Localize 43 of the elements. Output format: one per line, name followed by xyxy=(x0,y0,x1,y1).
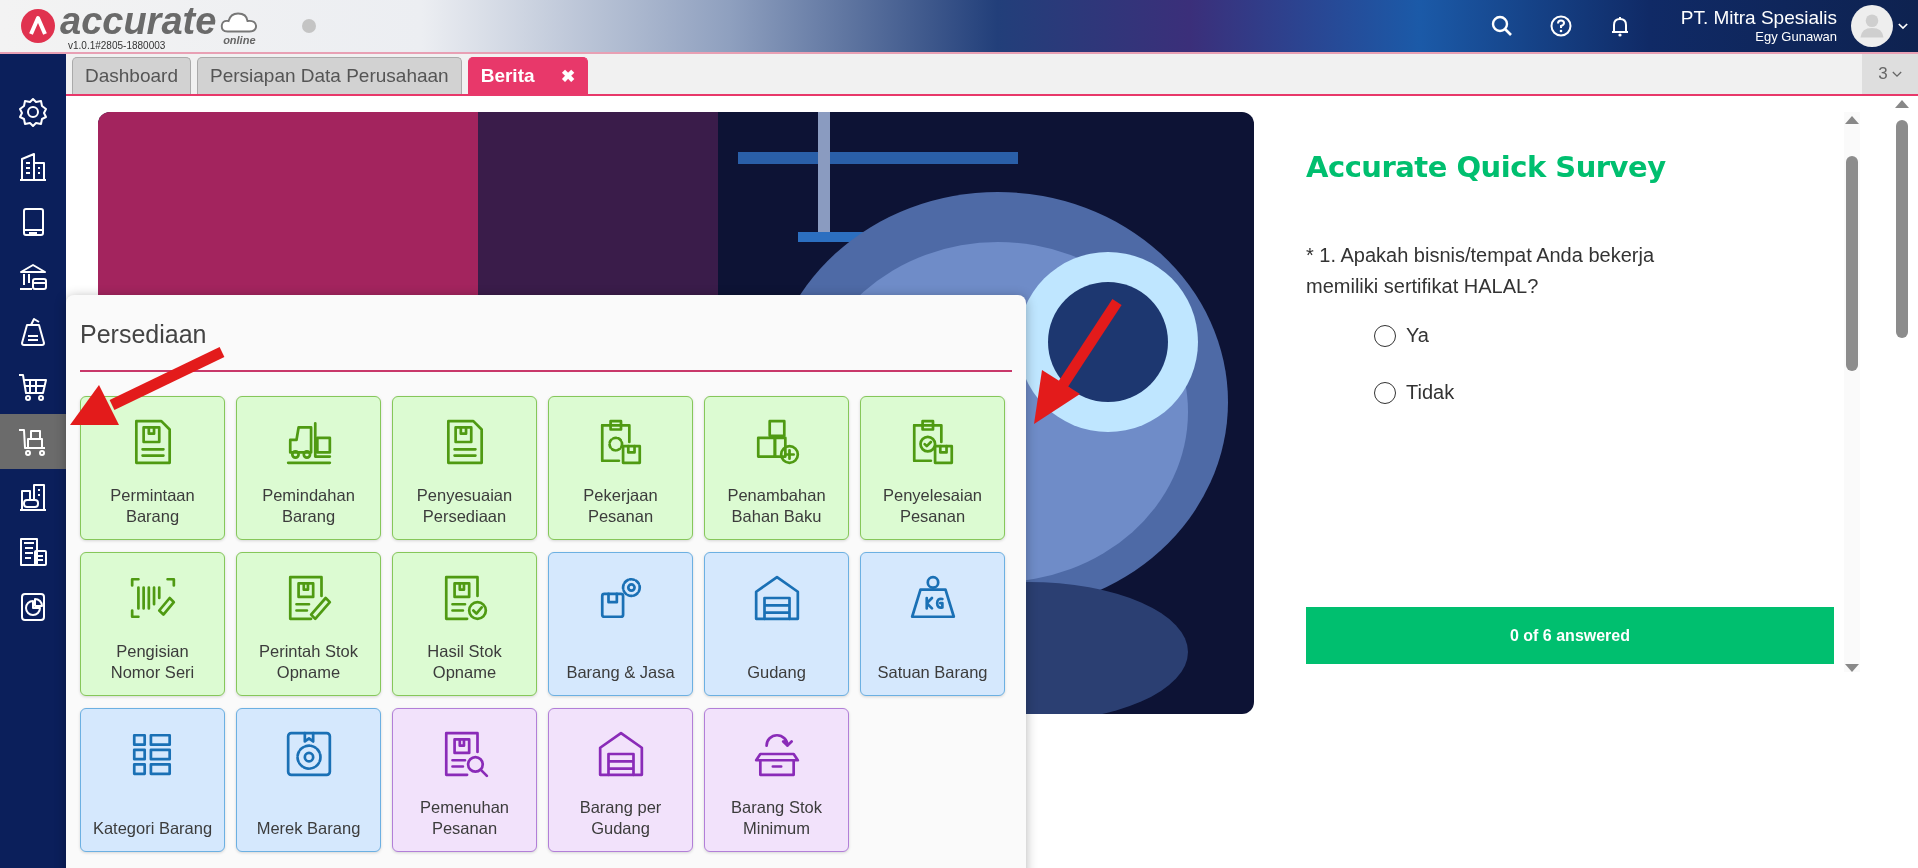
document-icon xyxy=(17,535,49,568)
menu-tile[interactable]: Hasil Stok Opname xyxy=(392,552,537,696)
tab[interactable]: Berita ✖ xyxy=(467,57,588,94)
tab-count-dropdown[interactable]: 3 xyxy=(1862,54,1918,94)
company-name: PT. Mitra Spesialis xyxy=(1680,7,1837,29)
radio-option[interactable]: Ya xyxy=(1374,324,1429,347)
help-icon[interactable] xyxy=(1548,14,1573,38)
menu-tile[interactable]: Pemenuhan Pesanan xyxy=(392,708,537,852)
menu-tile[interactable]: Pengisian Nomor Seri xyxy=(80,552,225,696)
logo-icon xyxy=(20,8,56,44)
menu-title: Persediaan xyxy=(79,319,208,350)
status-dot xyxy=(302,19,317,33)
menu-tile[interactable]: Satuan Barang xyxy=(860,552,1005,696)
menu-tile[interactable]: Pekerjaan Pesanan xyxy=(548,396,693,540)
avatar-icon[interactable] xyxy=(1851,5,1893,47)
tab[interactable]: Persiapan Data Perusahaan xyxy=(196,57,462,94)
logo-text: accurate xyxy=(60,1,217,40)
building-icon xyxy=(17,150,49,183)
menu-tile[interactable]: Merek Barang xyxy=(236,708,381,852)
search-icon[interactable] xyxy=(1489,14,1514,38)
menu-tile[interactable]: Kategori Barang xyxy=(80,708,225,852)
menu-tile[interactable]: Barang Stok Minimum xyxy=(704,708,849,852)
menu-tile[interactable]: Barang & Jasa xyxy=(548,552,693,696)
survey-question: * 1. Apakah bisnis/tempat Anda bekerja memiliki sertifikat HALAL? xyxy=(1306,243,1655,299)
tab[interactable]: Dashboard xyxy=(72,57,191,94)
menu-tile[interactable]: Penyelesaian Pesanan xyxy=(860,396,1005,540)
logo-subtext: online xyxy=(223,34,256,46)
cloud-icon xyxy=(220,10,259,34)
version-text: v1.0.1#2805-1880003 xyxy=(68,39,167,51)
menu-tile[interactable]: Penambahan Bahan Baku xyxy=(704,396,849,540)
menu-tile[interactable]: Perintah Stok Opname xyxy=(236,552,381,696)
close-icon[interactable]: ✖ xyxy=(560,65,575,87)
scrollbar[interactable] xyxy=(1844,112,1860,672)
menu-tile[interactable]: Barang per Gudang xyxy=(548,708,693,852)
menu-tile[interactable]: Permintaan Barang xyxy=(80,396,225,540)
menu-tile[interactable]: Gudang xyxy=(704,552,849,696)
sidebar-item[interactable] xyxy=(0,414,66,469)
user-name: Egy Gunawan xyxy=(1755,29,1837,45)
menu-tile[interactable]: Penyesuaian Persediaan xyxy=(392,396,537,540)
radio-option[interactable]: Tidak xyxy=(1374,381,1455,404)
settings-icon xyxy=(17,95,49,128)
menu-tile[interactable]: Pemindahan Barang xyxy=(236,396,381,540)
survey-title: Accurate Quick Survey xyxy=(1306,150,1667,184)
